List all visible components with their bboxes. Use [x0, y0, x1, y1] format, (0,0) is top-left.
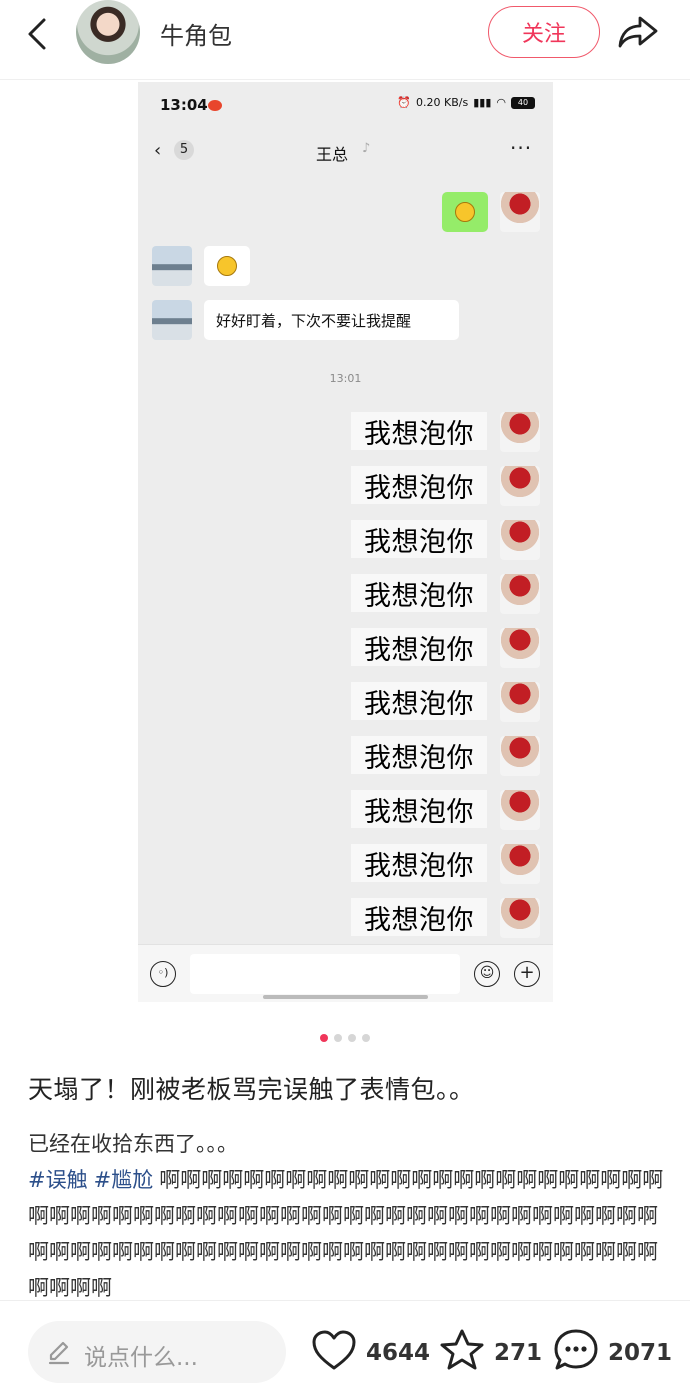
signal-icon: ▮▮▮: [473, 96, 492, 109]
my-avatar: [500, 466, 540, 506]
chat-title: 王总: [316, 145, 349, 164]
alarm-icon: ⏰: [397, 96, 412, 109]
hashtag-link[interactable]: #误触: [28, 1168, 88, 1192]
carousel-dot[interactable]: [334, 1034, 342, 1042]
author-name[interactable]: 牛角包: [160, 16, 232, 51]
post-title: 天塌了！刚被老板骂完误触了表情包。。: [28, 1075, 475, 1104]
sticker-message: 我想泡你: [351, 466, 487, 504]
carousel-indicator: [0, 1034, 690, 1042]
chat-timestamp: 13:01: [329, 372, 362, 385]
my-avatar: [500, 736, 540, 776]
comment-bubble-icon[interactable]: [552, 1327, 600, 1379]
my-avatar: [500, 898, 540, 938]
my-avatar: [500, 192, 540, 232]
comment-count: 2071: [608, 1340, 673, 1366]
network-speed: 0.20 KB/s: [416, 96, 469, 109]
my-avatar: [500, 844, 540, 884]
back-arrow-icon[interactable]: [20, 14, 56, 54]
carousel-dot[interactable]: [362, 1034, 370, 1042]
grin-emoji-icon: [455, 202, 475, 222]
post-body: 已经在收拾东西了。。。: [28, 1132, 238, 1156]
boss-avatar: [152, 246, 192, 286]
wifi-icon: ◠: [496, 96, 506, 109]
comment-placeholder: 说点什么...: [84, 1345, 198, 1371]
my-avatar: [500, 628, 540, 668]
share-icon[interactable]: [616, 12, 662, 52]
top-bar: 牛角包 关注: [0, 0, 690, 80]
heart-icon[interactable]: [310, 1328, 358, 1378]
sticker-message: 我想泡你: [351, 628, 487, 666]
sticker-message: 我想泡你: [351, 574, 487, 612]
sticker-message: 我想泡你: [351, 898, 487, 936]
battery-icon: 40: [511, 96, 535, 109]
status-time: 13:04: [160, 96, 208, 114]
received-emoji-bubble: [204, 246, 250, 286]
voice-icon: ◦): [150, 961, 176, 987]
sent-emoji-bubble: [442, 192, 488, 232]
sticker-message: 我想泡你: [351, 844, 487, 882]
comment-input[interactable]: 说点什么...: [28, 1321, 286, 1383]
post-tags-text: #误触 #尴尬 啊啊啊啊啊啊啊啊啊啊啊啊啊啊啊啊啊啊啊啊啊啊啊啊啊啊啊啊啊啊啊啊啊啊…: [28, 1162, 668, 1302]
boss-avatar: [152, 300, 192, 340]
sticker-message: 我想泡你: [351, 736, 487, 774]
emoji-icon: ☺: [474, 961, 500, 987]
post-image[interactable]: 13:04 ⏰ 0.20 KB/s ▮▮▮ ◠ 40 ‹ 5 王总 ♪ ··· …: [138, 82, 553, 1002]
collect-stat[interactable]: 271: [438, 1325, 542, 1381]
weibo-icon: [208, 100, 222, 111]
my-avatar: [500, 574, 540, 614]
author-avatar[interactable]: [76, 0, 140, 64]
collect-count: 271: [494, 1340, 543, 1366]
like-stat[interactable]: 4644: [310, 1325, 430, 1381]
more-icon: ···: [510, 136, 533, 160]
chat-back-icon: ‹: [154, 140, 162, 161]
phone-status-bar: 13:04 ⏰ 0.20 KB/s ▮▮▮ ◠ 40: [138, 82, 553, 128]
sticker-message: 我想泡你: [351, 520, 487, 558]
plus-icon: +: [514, 961, 540, 987]
carousel-dot[interactable]: [348, 1034, 356, 1042]
chat-input-bar: ◦) ☺ +: [138, 944, 553, 1002]
like-count: 4644: [366, 1340, 431, 1366]
hashtag-link[interactable]: #尴尬: [94, 1168, 154, 1192]
star-icon[interactable]: [438, 1327, 486, 1379]
my-avatar: [500, 682, 540, 722]
comment-stat[interactable]: 2071: [552, 1325, 672, 1381]
sticker-message: 我想泡你: [351, 790, 487, 828]
pencil-icon: [46, 1338, 72, 1366]
bottom-action-bar: 说点什么... 4644 271 2071: [0, 1300, 690, 1400]
carousel-dot[interactable]: [320, 1034, 328, 1042]
received-message-bubble: 好好盯着，下次不要让我提醒: [204, 300, 459, 340]
unread-count: 5: [174, 140, 194, 160]
chat-input-field: [190, 954, 460, 994]
chat-header: ‹ 5 王总 ♪ ···: [138, 128, 553, 172]
follow-button[interactable]: 关注: [488, 6, 600, 58]
my-avatar: [500, 520, 540, 560]
sob-emoji-icon: [217, 256, 237, 276]
ear-icon: ♪: [362, 141, 371, 156]
sticker-message: 我想泡你: [351, 682, 487, 720]
home-indicator: [263, 995, 428, 999]
status-icons: ⏰ 0.20 KB/s ▮▮▮ ◠ 40: [397, 96, 535, 109]
my-avatar: [500, 790, 540, 830]
sticker-message: 我想泡你: [351, 412, 487, 450]
my-avatar: [500, 412, 540, 452]
